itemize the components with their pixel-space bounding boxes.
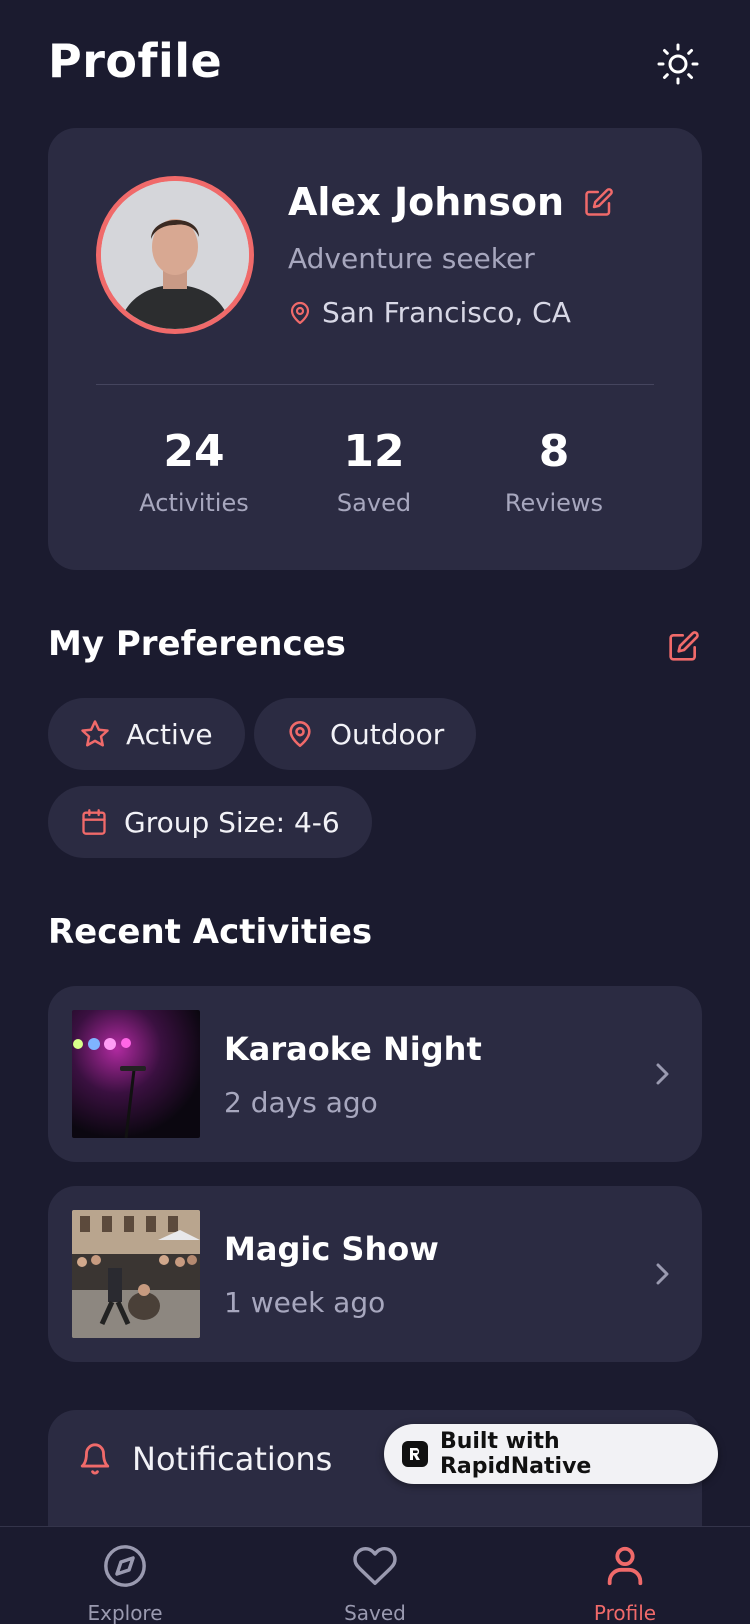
- divider: [96, 384, 654, 385]
- edit-icon: [669, 631, 699, 661]
- map-pin-icon: [289, 721, 311, 747]
- notifications-row[interactable]: Notifications: [78, 1440, 332, 1478]
- activity-time: 2 days ago: [224, 1086, 378, 1119]
- profile-location: San Francisco, CA: [322, 296, 571, 329]
- rapidnative-logo-icon: [402, 1441, 428, 1467]
- bell-icon: [80, 1443, 110, 1475]
- activity-title: Karaoke Night: [224, 1030, 482, 1068]
- avatar[interactable]: [96, 176, 254, 334]
- preference-chip-group-size[interactable]: Group Size: 4-6: [48, 786, 372, 858]
- badge-text: Built with RapidNative: [439, 1429, 592, 1479]
- profile-card: Alex Johnson Adventure seeker San Franci…: [48, 128, 702, 570]
- map-pin-icon: [290, 301, 310, 324]
- activity-card-karaoke[interactable]: Karaoke Night 2 days ago: [48, 986, 702, 1162]
- tab-label: Profile: [593, 1601, 657, 1624]
- tab-label: Explore: [87, 1601, 163, 1624]
- stat-reviews[interactable]: 8 Reviews: [464, 426, 644, 517]
- preference-chip-active[interactable]: Active: [48, 698, 245, 770]
- stat-value: 8: [538, 426, 570, 477]
- compass-icon: [104, 1545, 146, 1587]
- stat-label: Saved: [336, 489, 412, 517]
- tab-label: Saved: [344, 1601, 406, 1624]
- user-icon: [607, 1546, 643, 1586]
- chevron-right-icon: [644, 1056, 680, 1092]
- sun-icon: [657, 43, 699, 85]
- stat-value: 24: [163, 426, 225, 477]
- tab-saved[interactable]: Saved: [295, 1543, 455, 1624]
- chip-label: Group Size: 4-6: [124, 805, 340, 839]
- heart-icon: [353, 1547, 397, 1585]
- tab-profile[interactable]: Profile: [545, 1543, 705, 1624]
- stat-activities[interactable]: 24 Activities: [104, 426, 284, 517]
- stat-label: Activities: [139, 489, 249, 517]
- stat-value: 12: [343, 426, 405, 477]
- preference-chip-outdoor[interactable]: Outdoor: [254, 698, 477, 770]
- edit-profile-button[interactable]: [582, 185, 616, 219]
- edit-preferences-button[interactable]: [666, 628, 702, 664]
- built-with-badge[interactable]: Built with RapidNative: [384, 1424, 718, 1484]
- stat-label: Reviews: [504, 489, 604, 517]
- activity-thumbnail: [72, 1010, 200, 1138]
- tab-explore[interactable]: Explore: [45, 1543, 205, 1624]
- activity-thumbnail: [72, 1210, 200, 1338]
- star-icon: [81, 720, 109, 747]
- notifications-label: Notifications: [132, 1440, 333, 1478]
- activity-time: 1 week ago: [224, 1286, 386, 1319]
- calendar-icon: [82, 809, 106, 835]
- recent-activities-title: Recent Activities: [48, 912, 373, 952]
- stat-saved[interactable]: 12 Saved: [284, 426, 464, 517]
- theme-toggle-button[interactable]: [654, 40, 702, 88]
- chevron-right-icon: [644, 1256, 680, 1292]
- page-title: Profile: [48, 34, 223, 88]
- preferences-title: My Preferences: [48, 624, 346, 664]
- profile-tagline: Adventure seeker: [288, 242, 535, 275]
- activity-card-magic-show[interactable]: Magic Show 1 week ago: [48, 1186, 702, 1362]
- activity-title: Magic Show: [224, 1230, 439, 1268]
- chip-label: Active: [126, 717, 213, 751]
- bottom-tab-bar: Explore Saved Profile: [0, 1526, 750, 1624]
- profile-name: Alex Johnson: [288, 180, 565, 224]
- chip-label: Outdoor: [330, 717, 445, 751]
- edit-icon: [585, 188, 613, 216]
